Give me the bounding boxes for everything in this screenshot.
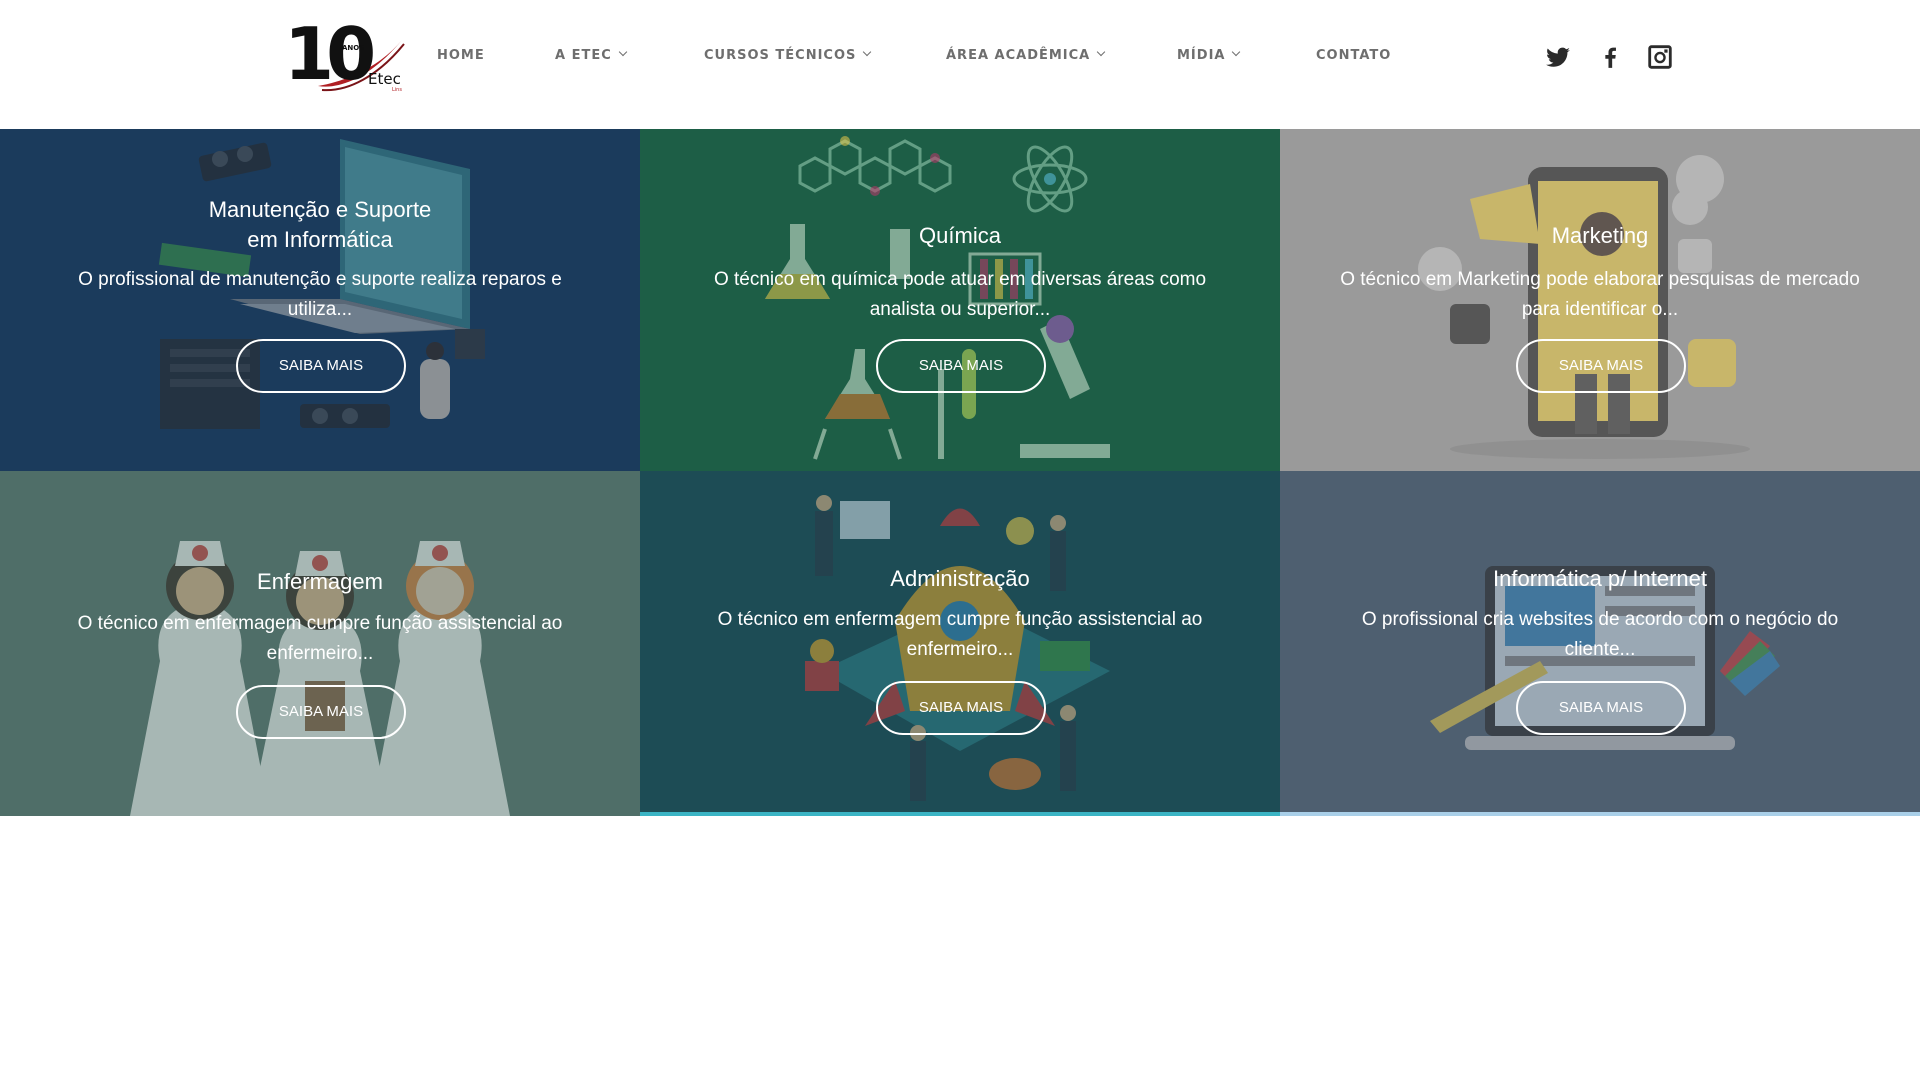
courses-grid: Manutenção e Suporte em Informática O pro…: [0, 129, 1920, 816]
course-title: Manutenção e Suporte em Informática: [208, 197, 432, 252]
etec-logo[interactable]: 10 ANOS Etec Lins: [282, 12, 408, 98]
nav-contato[interactable]: CONTATO: [1316, 48, 1391, 63]
logo-number: 10: [284, 12, 376, 96]
saiba-mais-button[interactable]: SAIBA MAIS: [236, 339, 406, 393]
course-title: Marketing: [1551, 223, 1649, 248]
chevron-down-icon: [618, 47, 628, 57]
site-header: 10 ANOS Etec Lins HOME A ETEC CURSOS TÉC…: [0, 0, 1920, 129]
course-description: O profissional cria websites de acordo c…: [1361, 609, 1839, 660]
course-description: O técnico em Marketing pode elaborar pes…: [1340, 269, 1860, 320]
course-description: O profissional de manutenção e suporte r…: [78, 269, 562, 320]
logo-brand-sub: Lins: [392, 87, 402, 93]
saiba-mais-button[interactable]: SAIBA MAIS: [1516, 339, 1686, 393]
nav-a-etec[interactable]: A ETEC: [555, 47, 628, 63]
course-title: Administração: [890, 566, 1030, 591]
facebook-icon[interactable]: [1597, 44, 1623, 70]
nav-cursos-tecnicos[interactable]: CURSOS TÉCNICOS: [704, 47, 872, 63]
course-title: Enfermagem: [257, 569, 383, 594]
course-card-enfermagem[interactable]: Enfermagem O técnico em enfermagem cumpr…: [0, 471, 640, 816]
twitter-icon[interactable]: [1545, 44, 1571, 70]
course-card-quimica[interactable]: Química O técnico em química pode atuar …: [640, 129, 1280, 471]
nav-midia[interactable]: MÍDIA: [1177, 47, 1241, 63]
course-description: O técnico em enfermagem cumpre função as…: [77, 613, 563, 664]
chevron-down-icon: [1097, 47, 1106, 57]
course-title: Informática p/ Internet: [1493, 566, 1707, 591]
course-card-marketing[interactable]: Marketing O técnico em Marketing pode el…: [1280, 129, 1920, 471]
saiba-mais-button[interactable]: SAIBA MAIS: [876, 681, 1046, 735]
course-card-informatica-internet[interactable]: Informática p/ Internet O profissional c…: [1280, 471, 1920, 816]
saiba-mais-button[interactable]: SAIBA MAIS: [876, 339, 1046, 393]
logo-tag: ANOS: [342, 44, 365, 52]
nav-home[interactable]: HOME: [437, 48, 485, 63]
course-card-manutencao[interactable]: Manutenção e Suporte em Informática O pro…: [0, 129, 640, 471]
chevron-down-icon: [1232, 47, 1241, 57]
card-underline: [640, 812, 1280, 816]
instagram-icon[interactable]: [1647, 44, 1673, 70]
chevron-down-icon: [863, 47, 872, 57]
saiba-mais-button[interactable]: SAIBA MAIS: [236, 685, 406, 739]
course-description: O técnico em enfermagem cumpre função as…: [717, 609, 1203, 660]
course-title: Química: [919, 223, 1001, 248]
saiba-mais-button[interactable]: SAIBA MAIS: [1516, 681, 1686, 735]
course-description: O técnico em química pode atuar em diver…: [713, 269, 1207, 320]
card-underline: [1280, 812, 1920, 816]
logo-brand: Etec: [368, 70, 401, 88]
nav-area-academica[interactable]: ÁREA ACADÊMICA: [946, 47, 1106, 63]
course-card-administracao[interactable]: Administração O técnico em enfermagem cu…: [640, 471, 1280, 816]
